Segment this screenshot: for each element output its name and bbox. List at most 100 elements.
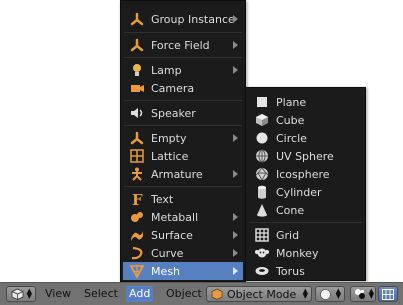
add-menu: Group Instance Force Field Lamp Camera S… xyxy=(120,0,246,282)
menu-item-label: Lamp xyxy=(151,63,182,77)
menu-item-label: Lattice xyxy=(151,149,189,163)
uv-sphere-icon xyxy=(254,148,270,164)
menu-item-monkey[interactable]: Monkey xyxy=(248,244,363,262)
layers-toggle[interactable] xyxy=(378,286,398,302)
menu-item-label: Armature xyxy=(151,167,203,181)
menu-item-metaball[interactable]: Metaball xyxy=(123,208,243,226)
monkey-icon xyxy=(254,245,270,261)
menu-item-plane[interactable]: Plane xyxy=(248,93,363,111)
layers-icon xyxy=(382,289,394,303)
grid-icon xyxy=(254,227,270,243)
menu-item-lamp[interactable]: Lamp xyxy=(123,61,243,79)
menu-item-group-instance[interactable]: Group Instance xyxy=(123,10,243,28)
menu-item-cylinder[interactable]: Cylinder xyxy=(248,183,363,201)
up-down-arrows-icon: ▲ ▼ xyxy=(26,287,32,300)
mesh-icon xyxy=(129,263,145,279)
svg-text:F: F xyxy=(132,191,143,207)
menu-item-empty[interactable]: Empty xyxy=(123,129,243,147)
submenu-arrow-icon xyxy=(233,231,238,239)
menu-item-label: Empty xyxy=(151,131,187,145)
menu-item-armature[interactable]: Armature xyxy=(123,165,243,183)
menu-item-label: Torus xyxy=(276,264,305,278)
menu-separator xyxy=(124,186,242,187)
menu-separator xyxy=(249,222,362,223)
menu-item-label: Icosphere xyxy=(276,167,330,181)
up-down-arrows-icon: ▲ ▼ xyxy=(368,287,374,300)
menu-item-mesh[interactable]: Mesh xyxy=(123,262,243,280)
menu-item-circle[interactable]: Circle xyxy=(248,129,363,147)
select-menu[interactable]: Select xyxy=(81,286,121,302)
submenu-arrow-icon xyxy=(233,134,238,142)
menu-item-label: Cylinder xyxy=(276,185,322,199)
add-menu-button[interactable]: Add xyxy=(126,286,154,302)
circle-icon xyxy=(254,130,270,146)
icosphere-icon xyxy=(254,166,270,182)
menu-item-grid[interactable]: Grid xyxy=(248,226,363,244)
submenu-arrow-icon xyxy=(233,66,238,74)
submenu-arrow-icon xyxy=(233,213,238,221)
menu-item-label: Mesh xyxy=(151,264,180,278)
menu-item-label: Cube xyxy=(276,113,305,127)
menu-item-label: Camera xyxy=(151,81,195,95)
object-mode-icon xyxy=(211,288,223,303)
menu-item-force-field[interactable]: Force Field xyxy=(123,36,243,54)
menu-item-text[interactable]: F Text xyxy=(123,190,243,209)
menu-item-icosphere[interactable]: Icosphere xyxy=(248,165,363,183)
menu-separator xyxy=(124,32,242,33)
pivot-point-selector[interactable]: ▲ ▼ xyxy=(350,286,376,302)
menu-item-camera[interactable]: Camera xyxy=(123,79,243,97)
submenu-arrow-icon xyxy=(233,249,238,257)
menu-item-label: Plane xyxy=(276,95,307,109)
surface-icon xyxy=(129,227,145,243)
speaker-icon xyxy=(129,105,145,121)
3d-view-header: ▲ ▼ View Select Add Object Object Mode ▲ ▼… xyxy=(0,282,403,305)
menu-separator xyxy=(124,125,242,126)
menu-item-lattice[interactable]: Lattice xyxy=(123,147,243,165)
view-menu[interactable]: View xyxy=(42,286,74,302)
menu-item-surface[interactable]: Surface xyxy=(123,226,243,244)
up-down-arrows-icon: ▲ ▼ xyxy=(335,287,341,300)
menu-item-label: Metaball xyxy=(151,210,199,224)
submenu-arrow-icon xyxy=(233,267,238,275)
force-field-icon xyxy=(129,37,145,53)
empty-icon xyxy=(129,130,145,146)
menu-item-label: Surface xyxy=(151,228,193,242)
menu-separator xyxy=(124,57,242,58)
cone-icon xyxy=(254,202,270,218)
menu-item-uv-sphere[interactable]: UV Sphere xyxy=(248,147,363,165)
solid-sphere-icon xyxy=(320,289,331,303)
submenu-arrow-icon xyxy=(233,170,238,178)
menu-item-label: Group Instance xyxy=(151,12,235,26)
plane-icon xyxy=(254,94,270,110)
menu-item-curve[interactable]: Curve xyxy=(123,244,243,262)
torus-icon xyxy=(254,263,270,279)
menu-item-label: Grid xyxy=(276,228,300,242)
cube-icon xyxy=(254,112,270,128)
submenu-arrow-icon xyxy=(233,41,238,49)
menu-item-label: Circle xyxy=(276,131,307,145)
lamp-icon xyxy=(129,62,145,78)
object-menu[interactable]: Object xyxy=(163,286,205,302)
menu-item-cube[interactable]: Cube xyxy=(248,111,363,129)
menu-item-label: Text xyxy=(151,192,174,206)
pivot-icon xyxy=(354,288,366,303)
camera-icon xyxy=(129,80,145,96)
menu-item-label: Monkey xyxy=(276,246,319,260)
lattice-icon xyxy=(129,148,145,164)
mesh-submenu: Plane Cube Circle UV Sphere Icosphere Cy… xyxy=(245,87,366,281)
mode-selector[interactable]: Object Mode ▲ ▼ xyxy=(206,286,312,302)
menu-item-label: Force Field xyxy=(151,38,210,52)
metaball-icon xyxy=(129,209,145,225)
group-instance-icon xyxy=(129,11,145,27)
menu-item-label: Speaker xyxy=(151,106,196,120)
text-icon: F xyxy=(129,191,145,209)
editor-type-selector[interactable]: ▲ ▼ xyxy=(6,286,36,302)
menu-item-cone[interactable]: Cone xyxy=(248,201,363,219)
mode-label: Object Mode xyxy=(227,288,297,301)
armature-icon xyxy=(129,166,145,182)
submenu-arrow-icon xyxy=(233,15,238,23)
viewport-shading-selector[interactable]: ▲ ▼ xyxy=(315,286,345,302)
menu-item-speaker[interactable]: Speaker xyxy=(123,104,243,122)
menu-item-torus[interactable]: Torus xyxy=(248,262,363,280)
3d-view-icon xyxy=(11,288,24,303)
